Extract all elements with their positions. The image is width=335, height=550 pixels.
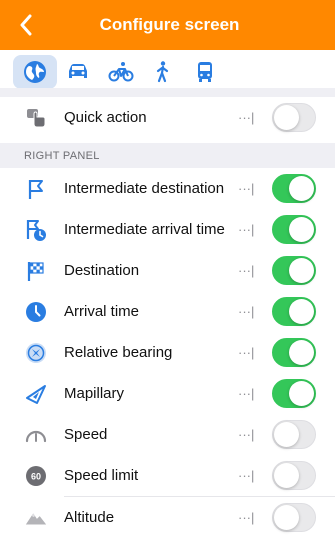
mode-public-transport[interactable] <box>183 55 227 89</box>
row-quick-action: Quick action ···| <box>0 97 335 139</box>
bus-icon <box>198 62 212 82</box>
more-options-button[interactable]: ···| <box>238 497 254 539</box>
more-options-button[interactable]: ···| <box>238 332 254 374</box>
mapillary-icon <box>24 382 48 406</box>
more-options-button[interactable]: ···| <box>238 414 254 456</box>
row-label: Relative bearing <box>64 344 173 361</box>
mode-bicycle[interactable] <box>99 55 143 89</box>
speed-limit-icon: 60 <box>24 464 48 488</box>
clock-icon <box>24 300 48 324</box>
mode-browse-map[interactable] <box>13 55 57 89</box>
mountain-icon <box>24 506 48 530</box>
checkered-flag-icon <box>24 259 48 283</box>
more-options-button[interactable]: ···| <box>238 373 254 415</box>
mode-car[interactable] <box>56 55 100 89</box>
more-options-button[interactable]: ···| <box>238 250 254 292</box>
row-label: Speed <box>64 426 108 443</box>
row-speed-limit: 60 Speed limit ···| <box>0 455 335 497</box>
more-options-button[interactable]: ···| <box>238 168 254 210</box>
speed-limit-icon-text: 60 <box>31 472 41 482</box>
globe-icon <box>24 61 46 83</box>
mode-pedestrian[interactable] <box>141 55 185 89</box>
quick-action-toggle[interactable] <box>272 103 316 132</box>
row-altitude: Altitude ···| <box>0 497 335 539</box>
nav-bar: Configure screen <box>0 0 335 50</box>
more-options-button[interactable]: ···| <box>238 291 254 333</box>
quick-action-hand-icon <box>24 106 48 130</box>
intermediate-destination-toggle[interactable] <box>272 174 316 203</box>
destination-toggle[interactable] <box>272 256 316 285</box>
back-button[interactable] <box>14 12 38 38</box>
row-intermediate-destination: Intermediate destination ···| <box>0 168 335 210</box>
more-options-button[interactable]: ···| <box>238 455 254 497</box>
section-header-label: RIGHT PANEL <box>24 150 100 162</box>
car-icon <box>69 64 87 78</box>
row-label: Altitude <box>64 509 115 526</box>
row-label: Intermediate arrival time <box>64 221 225 238</box>
row-intermediate-arrival-time: Intermediate arrival time ···| <box>0 209 335 251</box>
row-speed: Speed ···| <box>0 414 335 456</box>
relative-bearing-toggle[interactable] <box>272 338 316 367</box>
arrival-time-toggle[interactable] <box>272 297 316 326</box>
row-label: Quick action <box>64 109 147 126</box>
row-relative-bearing: Relative bearing ···| <box>0 332 335 374</box>
row-label: Destination <box>64 262 140 279</box>
altitude-toggle[interactable] <box>272 503 316 532</box>
mapillary-toggle[interactable] <box>272 379 316 408</box>
speed-limit-toggle[interactable] <box>272 461 316 490</box>
row-mapillary: Mapillary ···| <box>0 373 335 415</box>
row-label: Speed limit <box>64 467 139 484</box>
more-options-button[interactable]: ···| <box>238 97 254 139</box>
row-label: Arrival time <box>64 303 140 320</box>
flag-clock-icon <box>24 218 48 242</box>
row-destination: Destination ···| <box>0 250 335 292</box>
pedestrian-icon <box>156 61 169 83</box>
row-label: Intermediate destination <box>64 180 225 197</box>
more-options-button[interactable]: ···| <box>238 209 254 251</box>
speedometer-icon <box>24 423 48 447</box>
chevron-left-icon <box>20 14 32 36</box>
section-header-right-panel: RIGHT PANEL <box>0 143 335 171</box>
bicycle-icon <box>108 62 134 82</box>
flag-icon <box>24 177 48 201</box>
relative-bearing-icon <box>24 341 48 365</box>
row-label: Mapillary <box>64 385 125 402</box>
speed-toggle[interactable] <box>272 420 316 449</box>
page-title: Configure screen <box>99 15 240 34</box>
intermediate-arrival-time-toggle[interactable] <box>272 215 316 244</box>
row-arrival-time: Arrival time ···| <box>0 291 335 333</box>
section-spacer <box>0 88 335 97</box>
